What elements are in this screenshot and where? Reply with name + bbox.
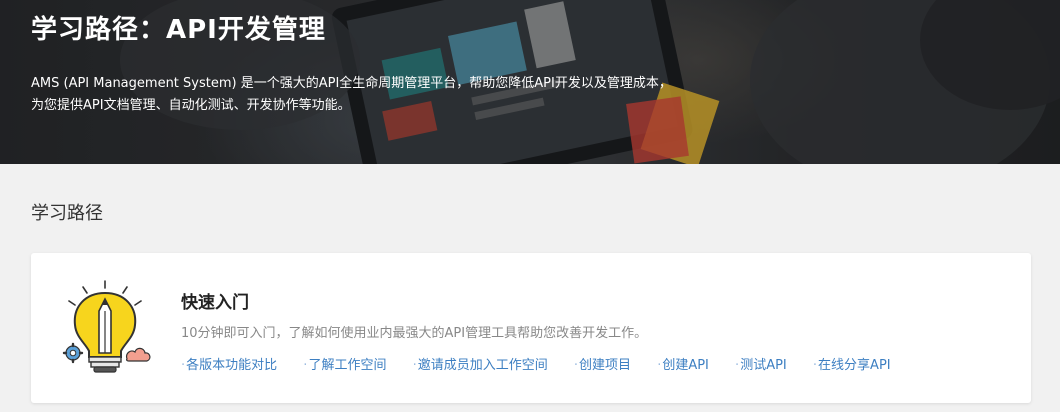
card-links: ·各版本功能对比 ·了解工作空间 ·邀请成员加入工作空间 ·创建项目 ·创建AP…: [181, 354, 913, 373]
link-test-api[interactable]: ·测试API: [735, 354, 787, 373]
section-title: 学习路径: [31, 203, 103, 224]
hero-description: AMS (API Management System) 是一个强大的API全生命…: [31, 73, 751, 117]
card-description: 10分钟即可入门，了解如何使用业内最强大的API管理工具帮助您改善开发工作。: [181, 326, 648, 341]
learning-path-card: 快速入门 10分钟即可入门，了解如何使用业内最强大的API管理工具帮助您改善开发…: [31, 253, 1031, 403]
link-create-project[interactable]: ·创建项目: [574, 354, 631, 373]
page-title: 学习路径：API开发管理: [31, 15, 326, 45]
link-invite-members[interactable]: ·邀请成员加入工作空间: [413, 354, 548, 373]
hero-description-line: AMS (API Management System) 是一个强大的API全生命…: [31, 76, 672, 91]
hero-banner: 学习路径：API开发管理 AMS (API Management System)…: [0, 0, 1060, 164]
link-learn-workspace[interactable]: ·了解工作空间: [303, 354, 386, 373]
link-version-comparison[interactable]: ·各版本功能对比: [181, 354, 277, 373]
link-share-api-online[interactable]: ·在线分享API: [813, 354, 891, 373]
link-create-api[interactable]: ·创建API: [657, 354, 709, 373]
hero-description-line: 为您提供API文档管理、自动化测试、开发协作等功能。: [31, 98, 351, 113]
card-title[interactable]: 快速入门: [181, 288, 249, 313]
lightbulb-pencil-icon: [62, 280, 151, 373]
